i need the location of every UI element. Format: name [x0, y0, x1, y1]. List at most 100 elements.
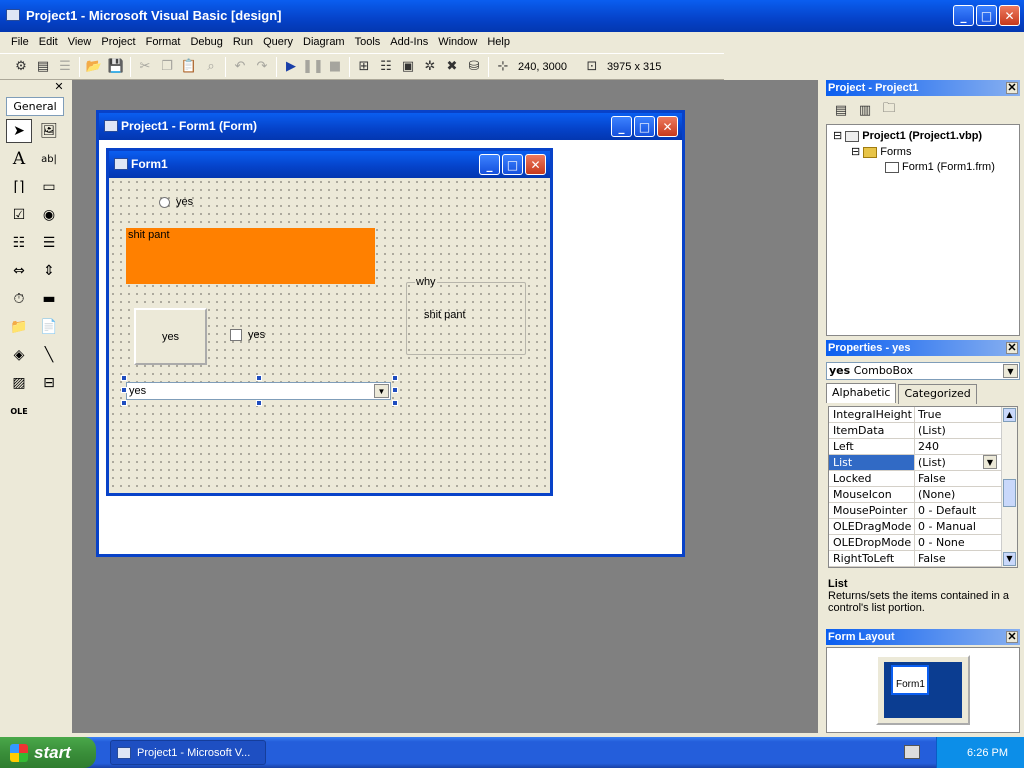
form-design-grid[interactable]: yes shit pant yes yes why shit pant yes … — [109, 178, 550, 493]
printer-tray-icon[interactable] — [904, 745, 920, 759]
object-browser-icon[interactable]: ✲ — [419, 56, 441, 78]
form-layout-close-icon[interactable]: ✕ — [1006, 631, 1018, 643]
form1-close-button[interactable]: ✕ — [525, 154, 546, 175]
menu-view[interactable]: View — [63, 36, 97, 48]
label-tool-icon[interactable]: A — [6, 147, 32, 171]
property-row[interactable]: Locked False — [829, 471, 1017, 487]
menu-debug[interactable]: Debug — [185, 36, 227, 48]
property-row[interactable]: IntegralHeight True — [829, 407, 1017, 423]
data-view-icon[interactable]: ⛁ — [463, 56, 485, 78]
toolbox-icon[interactable]: ✖ — [441, 56, 463, 78]
toggle-folders-icon[interactable]: 🗀 — [878, 99, 900, 121]
selection-handle-ne[interactable] — [392, 375, 398, 381]
maximize-button[interactable]: □ — [976, 5, 997, 26]
form-layout-icon[interactable]: ▣ — [397, 56, 419, 78]
form1-minimize-button[interactable]: _ — [479, 154, 500, 175]
menu-tools[interactable]: Tools — [350, 36, 386, 48]
checkbox-control[interactable]: yes — [230, 329, 360, 349]
image-tool-icon[interactable]: ▨ — [6, 371, 32, 395]
combobox-tool-icon[interactable]: ☷ — [6, 231, 32, 255]
command-button[interactable]: yes — [134, 308, 207, 365]
property-row[interactable]: MouseIcon (None) — [829, 487, 1017, 503]
dirlistbox-tool-icon[interactable]: 📁 — [6, 315, 32, 339]
minimize-button[interactable]: _ — [953, 5, 974, 26]
property-row[interactable]: OLEDragMode 0 - Manual — [829, 519, 1017, 535]
menu-window[interactable]: Window — [433, 36, 482, 48]
property-row[interactable]: ItemData (List) — [829, 423, 1017, 439]
frame-tool-icon[interactable]: ⌈⌉ — [6, 175, 32, 199]
form-layout-form1[interactable]: Form1 — [891, 665, 929, 695]
selection-handle-nw[interactable] — [121, 375, 127, 381]
menu-query[interactable]: Query — [258, 36, 298, 48]
tab-categorized[interactable]: Categorized — [898, 384, 977, 404]
scroll-up-icon[interactable]: ▲ — [1003, 408, 1016, 422]
combo-box-control[interactable]: yes ▼ — [126, 382, 391, 400]
properties-window-icon[interactable]: ☷ — [375, 56, 397, 78]
property-row[interactable]: RightToLeft False — [829, 551, 1017, 567]
tree-item-form1[interactable]: Form1 (Form1.frm) — [885, 161, 995, 173]
view-code-icon[interactable]: ▤ — [830, 99, 852, 121]
find-icon[interactable]: ⌕ — [200, 56, 222, 78]
toolbox-close-icon[interactable]: ✕ — [53, 81, 65, 93]
line-tool-icon[interactable]: ╲ — [36, 343, 62, 367]
commandbutton-tool-icon[interactable]: ▭ — [36, 175, 62, 199]
project-panel-close-icon[interactable]: ✕ — [1006, 82, 1018, 94]
property-row[interactable]: OLEDropMode 0 - None — [829, 535, 1017, 551]
picturebox-tool-icon[interactable]: 🖼 — [36, 119, 62, 143]
menu-edit[interactable]: Edit — [34, 36, 63, 48]
form1-window[interactable]: Form1 _ □ ✕ yes shit pant yes yes why sh… — [106, 148, 553, 496]
textbox-tool-icon[interactable]: ab| — [36, 147, 62, 171]
menu-run[interactable]: Run — [228, 36, 258, 48]
designer-minimize-button[interactable]: _ — [611, 116, 632, 137]
frame-control[interactable]: why shit pant — [406, 276, 526, 355]
copy-icon[interactable]: ❐ — [156, 56, 178, 78]
property-row[interactable]: Left 240 — [829, 439, 1017, 455]
menu-add-ins[interactable]: Add-Ins — [385, 36, 433, 48]
start-icon[interactable]: ▶ — [280, 56, 302, 78]
selection-handle-se[interactable] — [392, 400, 398, 406]
tree-item-forms[interactable]: ⊟ Forms — [851, 145, 911, 158]
start-button[interactable]: start — [0, 737, 96, 768]
paste-icon[interactable]: 📋 — [178, 56, 200, 78]
scroll-down-icon[interactable]: ▼ — [1003, 552, 1016, 566]
data-tool-icon[interactable]: ⊟ — [36, 371, 62, 395]
timer-tool-icon[interactable]: ⏱ — [6, 287, 32, 311]
properties-panel-close-icon[interactable]: ✕ — [1006, 342, 1018, 354]
add-form-icon[interactable]: ▤ — [32, 56, 54, 78]
open-project-icon[interactable]: 📂 — [83, 56, 105, 78]
selection-handle-e[interactable] — [392, 387, 398, 393]
taskbar-item-vb[interactable]: Project1 - Microsoft V... — [110, 740, 266, 765]
hscrollbar-tool-icon[interactable]: ⇔ — [6, 259, 32, 283]
cut-icon[interactable]: ✂ — [134, 56, 156, 78]
undo-icon[interactable]: ↶ — [229, 56, 251, 78]
orange-label-control[interactable]: shit pant — [126, 228, 375, 284]
pointer-tool-icon[interactable]: ➤ — [6, 119, 32, 143]
listbox-tool-icon[interactable]: ☰ — [36, 231, 62, 255]
menu-diagram[interactable]: Diagram — [298, 36, 350, 48]
property-row-selected[interactable]: List (List) ▼ — [829, 455, 1017, 471]
redo-icon[interactable]: ↷ — [251, 56, 273, 78]
selection-handle-sw[interactable] — [121, 400, 127, 406]
shape-tool-icon[interactable]: ◈ — [6, 343, 32, 367]
end-icon[interactable]: ■ — [324, 56, 346, 78]
selection-handle-w[interactable] — [121, 387, 127, 393]
object-selector-dropdown-icon[interactable]: ▼ — [1003, 364, 1018, 378]
scroll-thumb[interactable] — [1003, 479, 1016, 507]
combo-dropdown-icon[interactable]: ▼ — [374, 384, 389, 398]
list-dropdown-icon[interactable]: ▼ — [983, 455, 997, 469]
toolbox-general-tab[interactable]: General — [6, 97, 64, 116]
add-project-icon[interactable]: ⚙ — [10, 56, 32, 78]
break-icon[interactable]: ❚❚ — [302, 56, 324, 78]
drivelistbox-tool-icon[interactable]: ▬ — [36, 287, 62, 311]
checkbox-tool-icon[interactable]: ☑ — [6, 203, 32, 227]
designer-maximize-button[interactable]: □ — [634, 116, 655, 137]
view-object-icon[interactable]: ▥ — [854, 99, 876, 121]
selection-handle-n[interactable] — [256, 375, 262, 381]
selection-handle-s[interactable] — [256, 400, 262, 406]
menu-help[interactable]: Help — [482, 36, 515, 48]
menu-file[interactable]: File — [6, 36, 34, 48]
menu-project[interactable]: Project — [96, 36, 140, 48]
property-scrollbar[interactable]: ▲ ▼ — [1001, 407, 1017, 567]
filelistbox-tool-icon[interactable]: 📄 — [36, 315, 62, 339]
optionbutton-tool-icon[interactable]: ◉ — [36, 203, 62, 227]
